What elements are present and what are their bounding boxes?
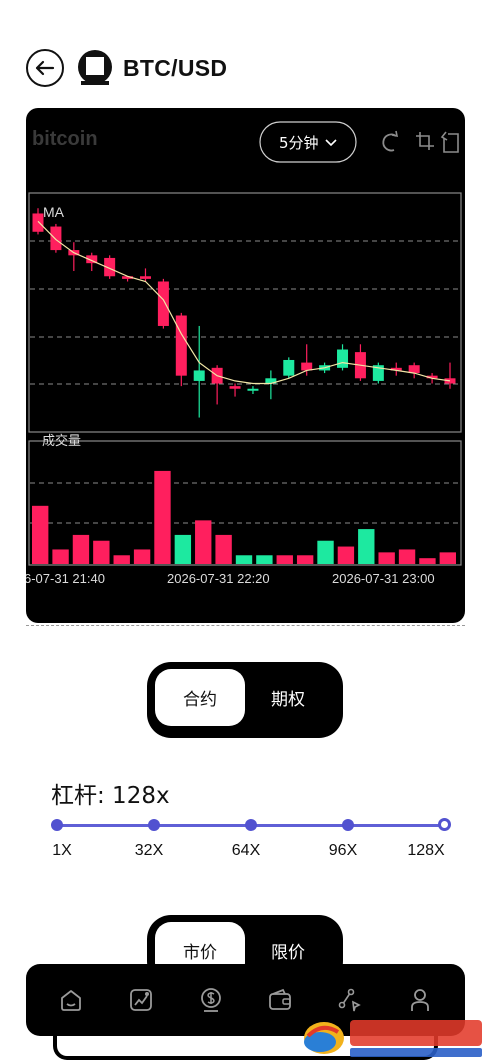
coin-logo-icon xyxy=(78,50,112,86)
leverage-tick-32x: 32X xyxy=(134,842,164,859)
interval-label: 5分钟 xyxy=(279,134,319,152)
leverage-slider-thumb[interactable] xyxy=(438,818,451,831)
candle-body xyxy=(247,388,259,391)
leverage-stop-64x[interactable] xyxy=(245,819,257,831)
nav-market[interactable] xyxy=(121,980,161,1020)
ma-line xyxy=(37,220,451,385)
leverage-tick-64x: 64X xyxy=(231,842,261,859)
fullscreen-icon[interactable] xyxy=(440,131,459,153)
pair-title: BTC/USD xyxy=(123,54,228,81)
site-watermark-logo xyxy=(304,1020,482,1057)
volume-bar xyxy=(113,555,130,564)
time-label-3: 2026-07-31 23:00 xyxy=(332,571,435,586)
candle-body xyxy=(337,349,349,368)
nav-trade[interactable] xyxy=(191,980,231,1020)
volume-bar xyxy=(195,520,212,564)
wallet-icon xyxy=(269,988,292,1010)
home-icon xyxy=(61,990,81,1011)
volume-bar xyxy=(235,555,253,564)
volume-bar xyxy=(378,552,395,564)
time-label-2: 2026-07-31 22:20 xyxy=(167,571,270,586)
candle-body xyxy=(32,213,44,232)
options-tab[interactable]: 期权 xyxy=(243,669,333,726)
leverage-tick-1x: 1X xyxy=(52,842,72,859)
volume-bar xyxy=(439,552,456,564)
share-icon xyxy=(338,988,362,1012)
volume-bar xyxy=(256,555,273,564)
volume-bar xyxy=(93,540,110,564)
candle-body xyxy=(175,315,187,376)
price-chart-card: bitcoin 5分钟 MA 成交量 6-07-31 21:40 2026-07… xyxy=(26,108,465,623)
back-button[interactable] xyxy=(26,49,64,87)
candle-body xyxy=(139,276,151,279)
nav-wallet[interactable] xyxy=(260,980,300,1020)
leverage-stop-96x[interactable] xyxy=(342,819,354,831)
candle-body xyxy=(50,226,62,251)
volume-bar xyxy=(154,470,171,564)
volume-bar xyxy=(133,549,151,564)
leverage-stop-1x[interactable] xyxy=(51,819,63,831)
leverage-tick-128x: 128X xyxy=(407,842,445,859)
chart-icon xyxy=(129,989,152,1011)
coin-icon xyxy=(200,988,221,1012)
ma-label: MA xyxy=(43,204,65,220)
candle-body xyxy=(283,359,295,376)
volume-bar xyxy=(276,555,293,564)
chart-watermark: bitcoin xyxy=(32,128,98,150)
time-label-1: 6-07-31 21:40 xyxy=(26,571,105,586)
leverage-label: 杠杆: 128x xyxy=(51,783,170,809)
refresh-icon[interactable] xyxy=(382,130,399,152)
volume-bar xyxy=(317,540,334,564)
volume-bar xyxy=(419,558,436,564)
volume-bar xyxy=(72,534,90,564)
volume-label: 成交量 xyxy=(42,433,81,449)
volume-grid xyxy=(30,482,460,524)
volume-bar xyxy=(358,529,375,564)
volume-bar xyxy=(174,534,192,564)
page-header: BTC/USD xyxy=(26,48,227,88)
candle-body xyxy=(193,370,205,381)
volume-bar xyxy=(215,534,232,564)
contract-type-toggle: 合约 期权 xyxy=(147,662,343,738)
volume-bar xyxy=(337,546,355,564)
candlestick-chart[interactable]: bitcoin 5分钟 MA 成交量 6-07-31 21:40 2026-07… xyxy=(26,108,465,623)
candle-body xyxy=(408,365,420,374)
profile-icon xyxy=(411,989,429,1011)
volume-bar xyxy=(52,549,69,564)
candle-body xyxy=(229,386,241,389)
price-panel-frame xyxy=(28,192,462,433)
volume-bar xyxy=(398,549,416,564)
interval-selector[interactable]: 5分钟 xyxy=(259,121,357,163)
crop-icon[interactable] xyxy=(416,132,434,150)
arrow-left-icon xyxy=(35,60,55,76)
leverage-tick-96x: 96X xyxy=(328,842,358,859)
contract-tab[interactable]: 合约 xyxy=(155,669,245,726)
card-divider xyxy=(26,625,465,626)
nav-home[interactable] xyxy=(51,980,91,1020)
candle-body xyxy=(157,281,169,326)
volume-bar xyxy=(296,555,314,564)
leverage-stop-32x[interactable] xyxy=(148,819,160,831)
volume-bar xyxy=(32,505,49,564)
